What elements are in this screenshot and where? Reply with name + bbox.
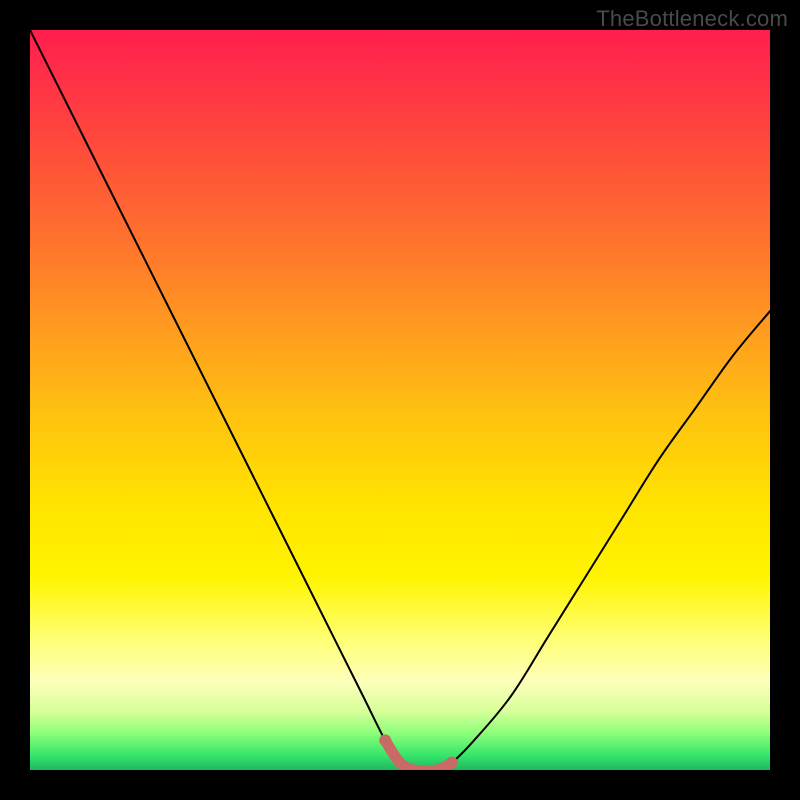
optimal-dot-left bbox=[379, 734, 391, 746]
watermark: TheBottleneck.com bbox=[596, 6, 788, 32]
bottleneck-curve bbox=[30, 30, 770, 770]
chart-svg bbox=[30, 30, 770, 770]
optimal-segment bbox=[385, 740, 452, 770]
chart-frame: TheBottleneck.com bbox=[0, 0, 800, 800]
optimal-dot-right bbox=[446, 757, 458, 769]
plot-area bbox=[30, 30, 770, 770]
